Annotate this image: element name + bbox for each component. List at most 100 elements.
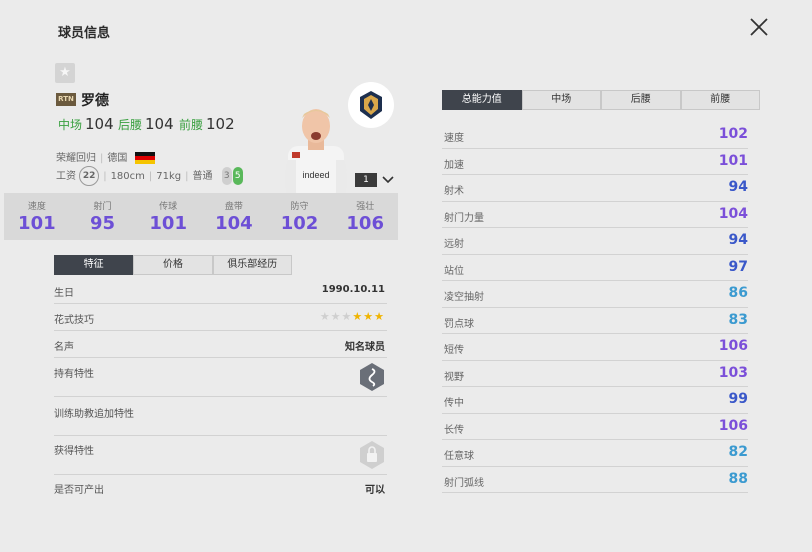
attribute-label: 射门力量 (444, 212, 484, 224)
stat-label: 防守 (290, 202, 309, 212)
attribute-row: 站位 97 (442, 255, 748, 281)
stat-value: 104 (215, 213, 253, 234)
stat-label: 射门 (93, 202, 112, 212)
nation-label: 德国 (107, 153, 128, 164)
trait-label: 是否可产出 (54, 485, 104, 496)
left-foot-icon: 3 (221, 167, 232, 185)
stat-value: 106 (346, 213, 384, 234)
close-icon[interactable] (748, 16, 770, 38)
trait-label: 持有特性 (54, 369, 94, 380)
stat-value: 101 (18, 213, 56, 234)
germany-flag-icon (134, 152, 155, 164)
trait-row-fame: 名声 知名球员 (54, 331, 387, 358)
producible-value: 可以 (365, 485, 385, 496)
attribute-value: 101 (718, 152, 748, 169)
salary-label: 工资 (56, 171, 76, 182)
attribute-value: 106 (718, 417, 748, 434)
attribute-row: 视野 103 (442, 361, 748, 387)
trait-row-birthday: 生日 1990.10.11 (54, 280, 387, 304)
trait-label: 获得特性 (54, 446, 94, 457)
favorite-star-icon[interactable]: ★ (55, 63, 75, 83)
stat-label: 传球 (159, 202, 178, 212)
stat-label: 强壮 (356, 202, 375, 212)
lock-icon (360, 441, 384, 469)
height-label: 180cm (110, 171, 145, 182)
right-foot-icon: 5 (232, 167, 243, 185)
body-type-label: 普通 (192, 171, 213, 182)
trait-row-producible: 是否可产出 可以 (54, 475, 387, 499)
attribute-row: 远射 94 (442, 228, 748, 255)
stat-label: 速度 (27, 202, 46, 212)
tab-cdm[interactable]: 后腰 (601, 90, 681, 110)
tab-overall[interactable]: 总能力值 (442, 90, 522, 110)
tab-club-history[interactable]: 俱乐部经历 (212, 255, 292, 275)
attribute-value: 99 (728, 391, 748, 407)
position-label: 后腰 (118, 118, 143, 132)
trait-row-owned-traits: 持有特性 (54, 358, 387, 397)
tab-midfield[interactable]: 中场 (521, 90, 601, 110)
trait-label: 训练助教追加特性 (54, 409, 134, 420)
stat-value: 95 (89, 213, 116, 234)
attribute-label: 短传 (444, 345, 464, 356)
tab-price[interactable]: 价格 (133, 255, 213, 275)
tab-cam[interactable]: 前腰 (680, 90, 760, 110)
attribute-label: 加速 (444, 159, 464, 171)
attribute-value: 82 (728, 444, 748, 460)
level-badge[interactable]: 1 (355, 173, 377, 187)
attribute-list: 速度 102 加速 101 射术 94 射门力量 104 远射 94 站位 97 凌空抽射 86 罚点球 83… (442, 122, 748, 493)
salary-badge: 22 (79, 166, 100, 186)
attribute-row: 加速 101 (442, 149, 748, 175)
stat-value: 102 (280, 213, 319, 234)
attribute-label: 凌空抽射 (444, 292, 484, 303)
attribute-label: 视野 (444, 371, 464, 383)
stat-label: 盘带 (224, 202, 243, 212)
attribute-label: 长传 (444, 424, 464, 436)
page-title: 球员信息 (58, 26, 111, 41)
attribute-label: 传中 (444, 398, 464, 409)
attribute-value: 94 (728, 179, 748, 195)
weight-label: 71kg (156, 171, 182, 182)
chevron-down-icon[interactable] (382, 175, 394, 185)
attribute-row: 任意球 82 (442, 440, 748, 467)
attribute-row: 凌空抽射 86 (442, 281, 748, 308)
attribute-value: 86 (728, 285, 748, 301)
traits-list: 生日 1990.10.11 花式技巧 ★★★★★★ 名声 知名球员 持有特性 训… (54, 280, 387, 499)
attribute-value: 88 (728, 470, 748, 487)
season-emblem-icon (348, 82, 394, 128)
player-name: 罗德 (81, 93, 109, 109)
birthday-value: 1990.10.11 (321, 284, 385, 295)
stat-cell-defending: 防守 102 (267, 193, 333, 240)
trait-label: 名声 (54, 342, 74, 353)
attribute-row: 射术 94 (442, 175, 748, 202)
stat-value: 101 (149, 213, 187, 234)
position-label: 中场 (58, 118, 83, 132)
position-value: 104 (145, 115, 174, 133)
stat-cell-shooting: 射门 95 (70, 193, 136, 240)
tab-traits[interactable]: 特征 (54, 255, 134, 275)
attribute-tabs: 总能力值 中场 后腰 前腰 (442, 90, 760, 110)
attribute-value: 94 (728, 232, 748, 248)
stat-cell-dribbling: 盘带 104 (201, 193, 267, 240)
attribute-label: 射门弧线 (444, 477, 484, 489)
position-value: 102 (206, 115, 235, 133)
position-label: 前腰 (179, 118, 204, 132)
attribute-row: 传中 99 (442, 387, 748, 414)
position-value: 104 (85, 115, 114, 133)
position-rating-3: 前腰 102 (179, 115, 235, 133)
fame-value: 知名球员 (345, 342, 385, 353)
attribute-value: 103 (718, 364, 748, 381)
trait-row-coach-traits: 训练助教追加特性 (54, 397, 387, 436)
player-team-info: 荣耀回归 | 德国 (56, 149, 155, 164)
player-physical-info: 工资 22 | 180cm | 71kg | 普通 35 (56, 166, 243, 186)
trait-row-acquire-traits: 获得特性 (54, 436, 387, 475)
attribute-label: 任意球 (444, 451, 474, 462)
attribute-value: 102 (718, 126, 748, 142)
position-rating-2: 后腰 104 (118, 115, 174, 133)
trait-label: 花式技巧 (54, 315, 94, 326)
trait-label: 生日 (54, 288, 74, 299)
player-portrait: indeed (285, 109, 347, 193)
stat-cell-passing: 传球 101 (135, 193, 201, 240)
attribute-label: 射术 (444, 186, 464, 197)
attribute-value: 83 (728, 311, 748, 328)
trait-snake-icon[interactable] (359, 362, 385, 392)
